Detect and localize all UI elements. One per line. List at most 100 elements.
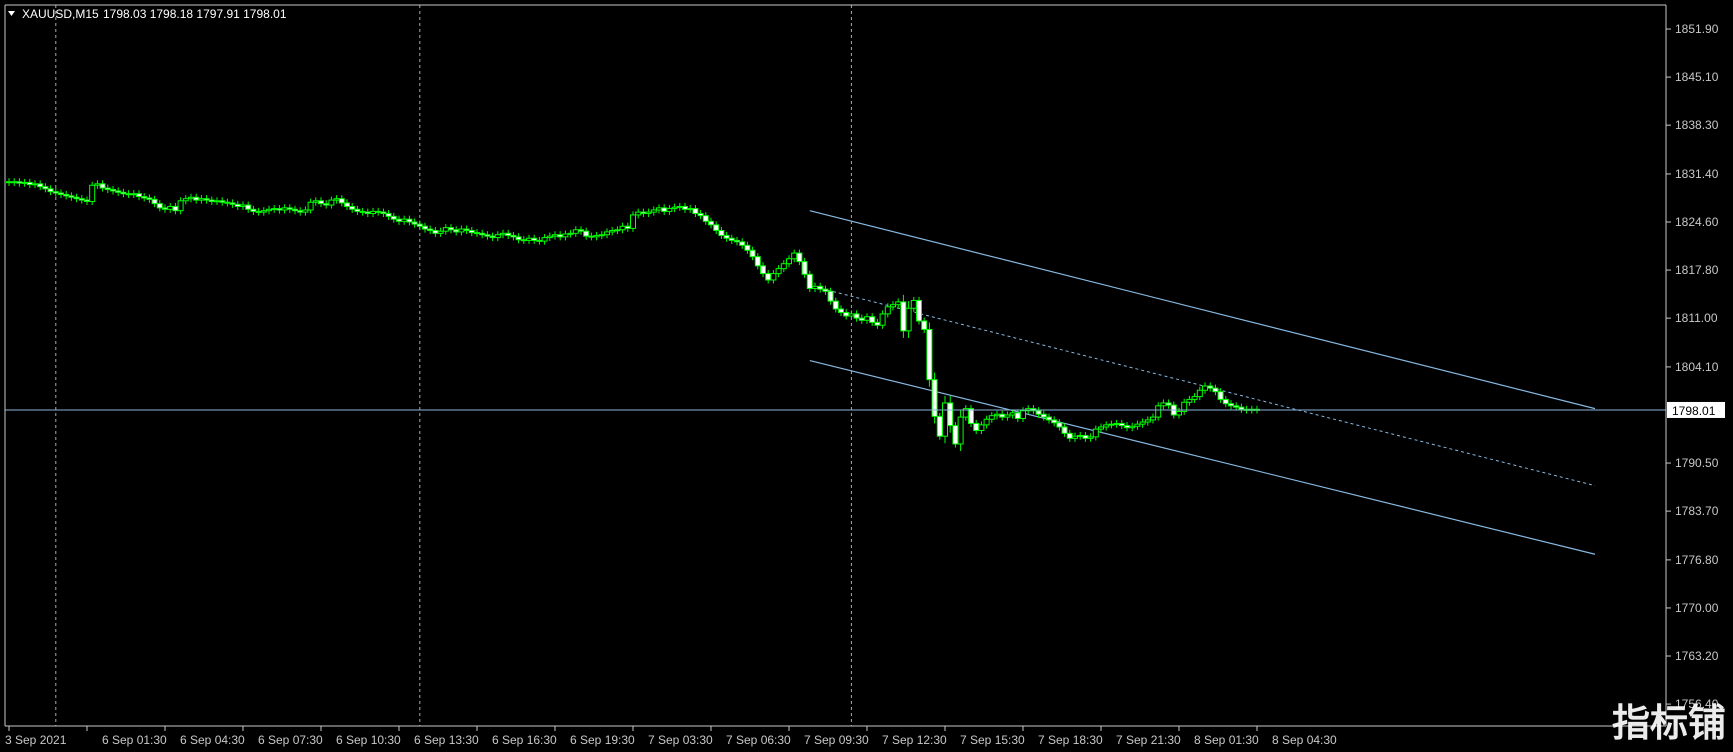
candle-body (708, 220, 714, 226)
candle-body (146, 197, 153, 200)
candle-body (1150, 416, 1156, 421)
candle-body (780, 263, 787, 270)
candle-body (318, 200, 324, 205)
candle-body (344, 202, 350, 207)
candlestick-chart[interactable]: 1851.90 1845.10 1838.30 1831.40 1824.60 1817.… (0, 0, 1733, 752)
candle-body (442, 227, 449, 232)
candle-body (531, 237, 538, 241)
candle-body (1134, 423, 1141, 427)
candle-body (484, 234, 491, 237)
candle-body (323, 203, 330, 206)
price-scale[interactable]: 1851.90 1845.10 1838.30 1831.40 1824.60 1817.… (1666, 22, 1719, 711)
candle-body (505, 232, 512, 236)
candle-body (172, 205, 179, 212)
candle-body (1212, 387, 1219, 393)
candle-body (609, 229, 616, 233)
candle-body (448, 227, 454, 231)
candle-body (853, 313, 860, 319)
candle-body (1020, 410, 1026, 420)
candle-body (890, 304, 896, 308)
candle-body (806, 273, 813, 289)
candle-body (390, 215, 397, 220)
candle-body (1191, 396, 1198, 400)
candle-body (406, 218, 413, 223)
candle-body (26, 181, 33, 186)
chart-window[interactable]: 1851.90 1845.10 1838.30 1831.40 1824.60 1817.… (0, 0, 1733, 752)
candle-body (219, 200, 226, 203)
regression-channel[interactable] (809, 210, 1596, 555)
candle-body (364, 211, 371, 215)
candle-body (260, 210, 267, 213)
time-scale[interactable]: 3 Sep 2021 6 Sep 01:30 6 Sep 04:30 6 Sep 07… (5, 726, 1337, 747)
price-tick-label: 1776.80 (1675, 553, 1719, 567)
candle-body (292, 208, 298, 212)
time-tick-label: 7 Sep 03:30 (648, 733, 713, 747)
time-tick-label: 3 Sep 2021 (5, 733, 67, 747)
candle-body (1217, 391, 1224, 400)
dropdown-triangle-icon[interactable] (8, 11, 15, 16)
candle-body (520, 239, 527, 242)
candle-body (1092, 428, 1099, 438)
candle-body (1072, 435, 1078, 439)
price-tick-label: 1824.60 (1675, 215, 1719, 229)
candle-body (37, 183, 44, 188)
candle-body (1077, 434, 1084, 437)
price-tick-label: 1811.00 (1675, 311, 1718, 325)
candle-body (656, 207, 662, 211)
candle-body (1155, 405, 1162, 418)
candle-body (21, 181, 28, 184)
candle-body (458, 228, 465, 233)
candle-body (453, 229, 460, 233)
candle-body (432, 229, 439, 234)
price-tick-label: 1817.80 (1675, 263, 1719, 277)
time-tick-label: 6 Sep 16:30 (492, 733, 557, 747)
candle-body (68, 195, 75, 198)
candle-body (370, 210, 376, 215)
candle-body (728, 237, 735, 241)
candle-body (474, 232, 480, 235)
candle-body (1014, 412, 1021, 420)
candle-body (375, 210, 382, 213)
header: XAUUSD,M15 1798.03 1798.18 1797.91 1798.… (8, 7, 287, 21)
candle-body (994, 413, 1000, 417)
candle-body (349, 205, 356, 210)
candle-body (193, 196, 200, 201)
candle-body (884, 306, 891, 315)
candle-body (952, 425, 959, 445)
candle-body (864, 316, 870, 321)
candle-body (671, 206, 678, 210)
candle-body (635, 211, 642, 216)
candle-body (94, 183, 101, 186)
candle-body (718, 229, 725, 236)
candle-body (167, 205, 174, 210)
candle-body (988, 415, 995, 420)
candle-body (489, 235, 496, 239)
candle-body (302, 209, 309, 213)
candle-body (900, 301, 907, 332)
candle-body (208, 199, 215, 203)
candle-body (552, 234, 558, 237)
candle-body (1196, 389, 1203, 398)
candle-body (858, 317, 865, 321)
candle-body (645, 211, 652, 215)
candle-body (120, 191, 127, 195)
candle-body (110, 188, 116, 192)
candle-body (73, 196, 80, 200)
candle-body (546, 235, 553, 239)
candle-body (734, 239, 740, 243)
candle-body (791, 252, 798, 260)
candle-body (921, 320, 928, 330)
candle-body (214, 200, 220, 203)
candle-body (104, 187, 111, 190)
candle-body (136, 193, 142, 198)
price-tick-label: 1845.10 (1675, 70, 1719, 84)
candle-body (666, 208, 673, 212)
candle-body (713, 224, 720, 231)
candle-body (500, 232, 506, 236)
time-tick-label: 7 Sep 21:30 (1116, 733, 1181, 747)
last-price-label: 1798.01 (1672, 404, 1716, 418)
time-tick-label: 7 Sep 18:30 (1038, 733, 1103, 747)
candle-body (151, 198, 158, 205)
candle-body (468, 229, 475, 234)
candle-body (1113, 422, 1120, 425)
